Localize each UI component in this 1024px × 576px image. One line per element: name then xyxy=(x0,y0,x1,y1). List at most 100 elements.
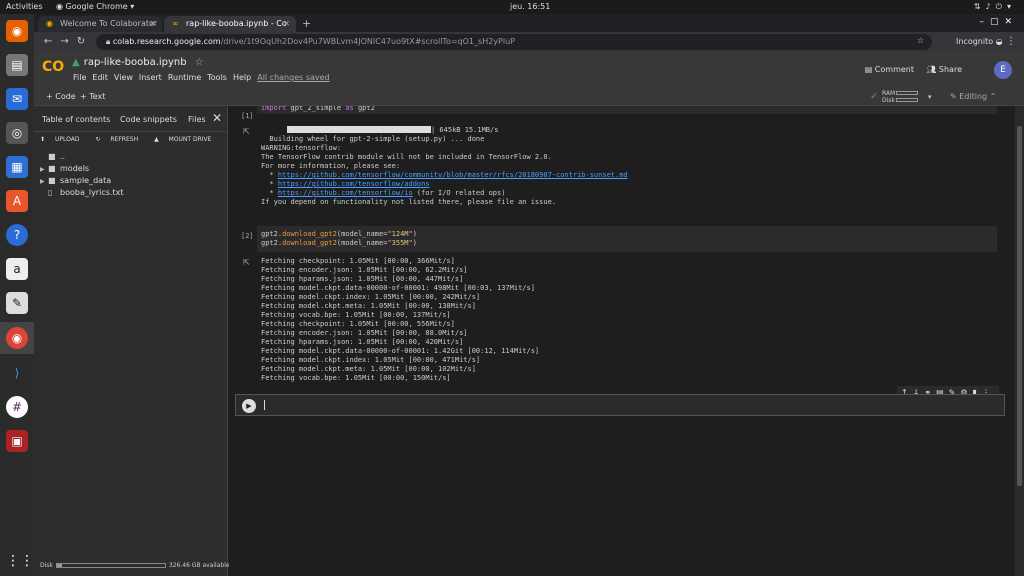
software-center-icon[interactable]: A xyxy=(6,190,28,212)
menu-insert[interactable]: Insert xyxy=(139,73,162,82)
notebook-title[interactable]: rap-like-booba.ipynb xyxy=(84,57,187,68)
output-link[interactable]: https://github.com/tensorflow/community/… xyxy=(278,171,628,179)
output-line: Fetching encoder.json: 1.05Mit [00:00, 6… xyxy=(261,266,468,274)
comment-button[interactable]: ▤ Comment xyxy=(865,65,914,74)
output-link[interactable]: https://github.com/tensorflow/io xyxy=(278,189,413,197)
expand-icon[interactable]: ▶ xyxy=(40,178,48,185)
menu-help[interactable]: Help xyxy=(233,73,251,82)
notebook-scrollbar[interactable] xyxy=(1015,106,1024,576)
menu-runtime[interactable]: Runtime xyxy=(168,73,201,82)
editing-mode-button[interactable]: ✎ Editing ⌃ xyxy=(950,92,996,101)
output-line: Fetching model.ckpt.meta: 1.05Mit [00:00… xyxy=(261,302,476,310)
output-icon[interactable]: ⇱ xyxy=(243,127,250,136)
vscode-icon[interactable]: ⟩ xyxy=(6,362,28,384)
progress-line: | 645kB 15.1MB/s xyxy=(261,126,628,135)
avatar[interactable]: E xyxy=(994,61,1012,79)
disk-usage-fill xyxy=(56,564,63,567)
tab-notebook[interactable]: ∞ rap-like-booba.ipynb - Co ✕ xyxy=(164,16,296,32)
code-cell-1[interactable]: import gpt_2_simple as gpt2 xyxy=(257,106,997,114)
output-icon[interactable]: ⇱ xyxy=(243,258,250,267)
folder-icon: ■ xyxy=(48,176,56,185)
ram-bar xyxy=(896,91,918,95)
incognito-icon: ◒ xyxy=(995,37,1003,46)
star-icon[interactable]: ☆ xyxy=(195,57,204,68)
window-controls[interactable]: –▢✕ xyxy=(979,17,1018,27)
close-window-icon[interactable]: ✕ xyxy=(1004,17,1018,27)
refresh-button[interactable]: ↻ REFRESH xyxy=(95,136,146,143)
app-menu[interactable]: ◉ Google Chrome ▾ xyxy=(56,2,134,11)
code-cell-2[interactable]: gpt2.download_gpt2(model_name="124M") gp… xyxy=(257,226,997,252)
power-icon: ⏻ xyxy=(995,2,1007,11)
app-name: Google Chrome xyxy=(65,2,128,11)
file-tree-item[interactable]: ▯ booba_lyrics.txt xyxy=(40,188,123,197)
output-line: WARNING:tensorflow: xyxy=(261,144,342,152)
sidebar-tabs: Table of contents Code snippets Files ✕ xyxy=(34,106,228,132)
firefox-icon[interactable]: ◉ xyxy=(6,20,28,42)
expand-icon[interactable]: ▶ xyxy=(40,166,48,173)
output-link[interactable]: https://github.com/tensorflow/addons xyxy=(278,180,430,188)
file-tree-item[interactable]: ▶ ■ models xyxy=(40,164,89,173)
chevron-down-icon: ▾ xyxy=(1006,2,1016,11)
run-cell-button[interactable]: ▶ xyxy=(242,399,256,413)
browser-menu-icon[interactable]: ⋮ xyxy=(1006,36,1016,47)
mount-drive-label: MOUNT DRIVE xyxy=(168,136,212,143)
tab-table-of-contents[interactable]: Table of contents xyxy=(42,115,110,124)
bookmark-star-icon[interactable]: ☆ xyxy=(917,36,924,45)
terminal-icon[interactable]: ▣ xyxy=(6,430,28,452)
close-icon[interactable]: ✕ xyxy=(212,111,222,125)
menu-file[interactable]: File xyxy=(73,73,86,82)
writer-icon[interactable]: ▦ xyxy=(6,156,28,178)
back-icon[interactable]: ← xyxy=(44,36,60,47)
cell-1-output: | 645kB 15.1MB/s Building wheel for gpt-… xyxy=(261,126,628,207)
files-icon[interactable]: ▤ xyxy=(6,54,28,76)
slack-icon[interactable]: # xyxy=(6,396,28,418)
maximize-icon[interactable]: ▢ xyxy=(990,17,1005,27)
incognito-indicator[interactable]: Incognito ◒ xyxy=(956,37,1003,46)
thunderbird-icon[interactable]: ✉ xyxy=(6,88,28,110)
new-tab-button[interactable]: + xyxy=(302,17,311,30)
menu-view[interactable]: View xyxy=(114,73,133,82)
incognito-label: Incognito xyxy=(956,37,994,46)
minimize-icon[interactable]: – xyxy=(979,17,990,27)
scrollbar-thumb[interactable] xyxy=(1017,126,1022,486)
add-text-button[interactable]: + Text xyxy=(80,92,105,101)
code-line: import gpt_2_simple as gpt2 xyxy=(261,106,375,112)
nav-buttons: ←→↻ xyxy=(44,36,93,47)
close-icon[interactable]: ✕ xyxy=(283,19,290,28)
clock[interactable]: jeu. 16:51 xyxy=(510,2,550,11)
rhythmbox-icon[interactable]: ◎ xyxy=(6,122,28,144)
empty-code-cell[interactable]: ▶ xyxy=(235,394,1005,416)
chrome-icon[interactable]: ◉ xyxy=(6,327,28,349)
pencil-icon: ✎ xyxy=(950,92,957,101)
tab-files[interactable]: Files xyxy=(188,115,206,124)
activities-button[interactable]: Activities xyxy=(6,2,43,11)
address-bar[interactable]: 🔒︎ colab.research.google.com/drive/1t9Oq… xyxy=(96,34,932,50)
progress-bar xyxy=(287,126,431,133)
mount-drive-button[interactable]: ▲ MOUNT DRIVE xyxy=(154,136,219,143)
exec-count: [1] xyxy=(241,112,254,120)
connected-check-icon: ✓ xyxy=(870,91,879,102)
file-tree-item[interactable]: ■.. xyxy=(40,152,65,161)
tab-code-snippets[interactable]: Code snippets xyxy=(120,115,177,124)
menu-edit[interactable]: Edit xyxy=(92,73,108,82)
help-icon[interactable]: ? xyxy=(6,224,28,246)
amazon-icon[interactable]: a xyxy=(6,258,28,280)
chevron-down-icon[interactable]: ▾ xyxy=(928,93,932,101)
show-apps-icon[interactable]: ⋮⋮ xyxy=(6,550,34,572)
forward-icon[interactable]: → xyxy=(60,36,76,47)
tab-welcome[interactable]: ◉ Welcome To Colaborator ✕ xyxy=(38,16,162,32)
tab-label: Welcome To Colaborator xyxy=(60,19,158,28)
reload-icon[interactable]: ↻ xyxy=(77,36,93,47)
colab-favicon-icon: ◉ xyxy=(46,19,53,28)
system-tray[interactable]: ⇅♪⏻▾ xyxy=(974,2,1016,12)
add-code-button[interactable]: + Code xyxy=(46,92,76,101)
share-button[interactable]: 👥︎ Share xyxy=(926,65,962,74)
colab-logo-icon[interactable]: CO xyxy=(42,59,64,75)
save-status[interactable]: All changes saved xyxy=(257,73,329,82)
upload-button[interactable]: ⬆ UPLOAD xyxy=(40,136,87,143)
file-tree-item[interactable]: ▶ ■ sample_data xyxy=(40,176,111,185)
menu-tools[interactable]: Tools xyxy=(207,73,227,82)
close-icon[interactable]: ✕ xyxy=(149,19,156,28)
text-editor-icon[interactable]: ✎ xyxy=(6,292,28,314)
output-line: Fetching checkpoint: 1.05Mit [00:00, 366… xyxy=(261,257,455,265)
